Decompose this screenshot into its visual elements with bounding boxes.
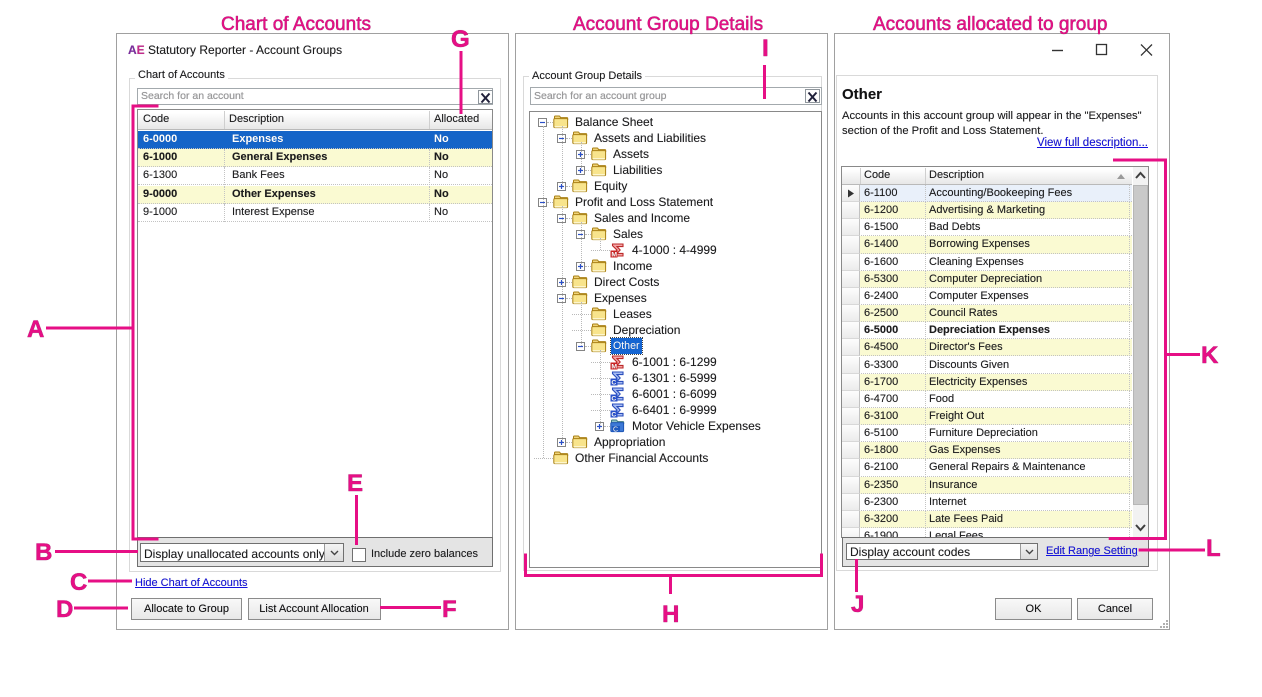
svg-text:D: D (56, 596, 73, 623)
svg-text:Chart of Accounts: Chart of Accounts (221, 14, 371, 35)
svg-text:L: L (1206, 535, 1221, 562)
svg-text:I: I (762, 35, 769, 62)
svg-text:K: K (1201, 342, 1219, 369)
svg-text:E: E (347, 470, 363, 497)
svg-text:Account Group Details: Account Group Details (573, 14, 763, 35)
svg-text:A: A (27, 316, 44, 343)
svg-text:C: C (70, 569, 87, 596)
svg-text:J: J (851, 591, 864, 618)
svg-text:B: B (35, 539, 52, 566)
svg-text:H: H (662, 601, 679, 628)
svg-text:G: G (451, 26, 470, 53)
svg-text:F: F (442, 596, 457, 623)
svg-text:Accounts allocated to group: Accounts allocated to group (873, 14, 1108, 35)
